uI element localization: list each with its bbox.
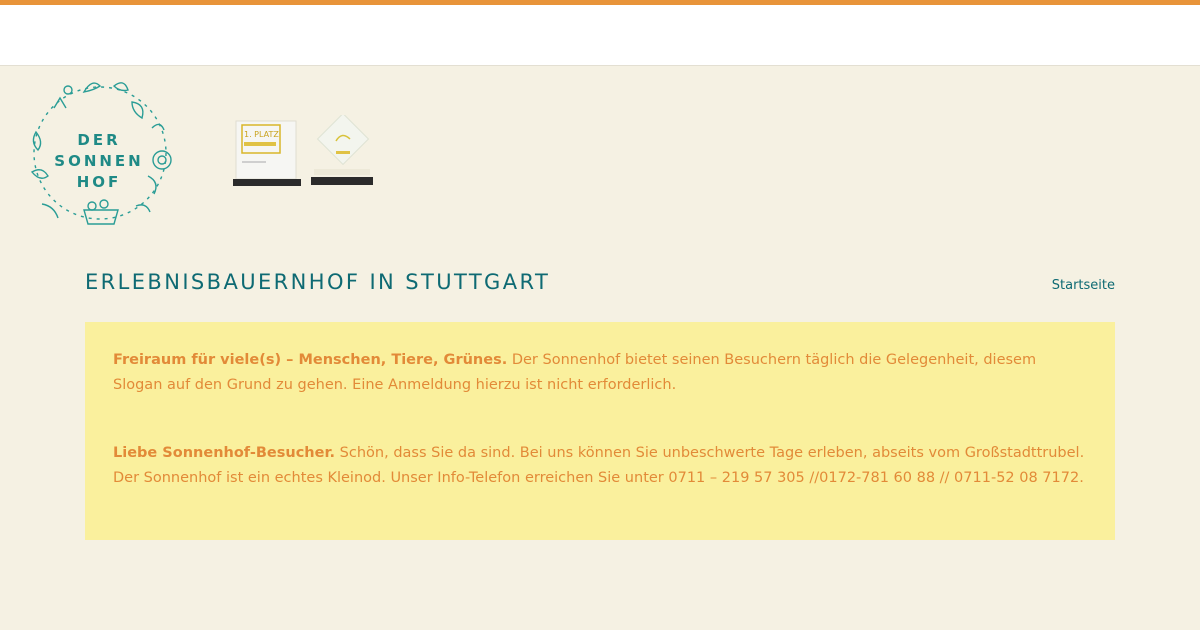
logo-line-2: SONNEN [54, 152, 144, 170]
info-paragraph-2: Liebe Sonnenhof-Besucher. Schön, dass Si… [113, 441, 1087, 490]
svg-text:1. PLATZ: 1. PLATZ [244, 130, 279, 139]
info-paragraph-1-bold: Freiraum für viele(s) – Menschen, Tiere,… [113, 352, 508, 368]
page-title-row: ERLEBNISBAUERNHOF IN STUTTGART Startseit… [85, 270, 1115, 306]
info-paragraph-2-bold: Liebe Sonnenhof-Besucher. [113, 445, 336, 461]
logo-wordmark: DER SONNEN HOF [24, 130, 174, 193]
site-logo[interactable]: DER SONNEN HOF [24, 72, 184, 234]
breadcrumb-home-link[interactable]: Startseite [1052, 278, 1115, 293]
awards-images: 1. PLATZ [230, 112, 380, 190]
info-paragraph-1: Freiraum für viele(s) – Menschen, Tiere,… [113, 348, 1087, 397]
award-trophy-icon: 1. PLATZ [233, 120, 301, 186]
page-title: ERLEBNISBAUERNHOF IN STUTTGART [85, 270, 551, 294]
site-header [0, 5, 1200, 66]
logo-line-1: DER [77, 131, 121, 149]
award-trophies-icon: 1. PLATZ [233, 112, 373, 186]
award-diamond-icon [311, 112, 373, 185]
logo-line-3: HOF [76, 173, 122, 191]
info-box: Freiraum für viele(s) – Menschen, Tiere,… [85, 322, 1115, 540]
